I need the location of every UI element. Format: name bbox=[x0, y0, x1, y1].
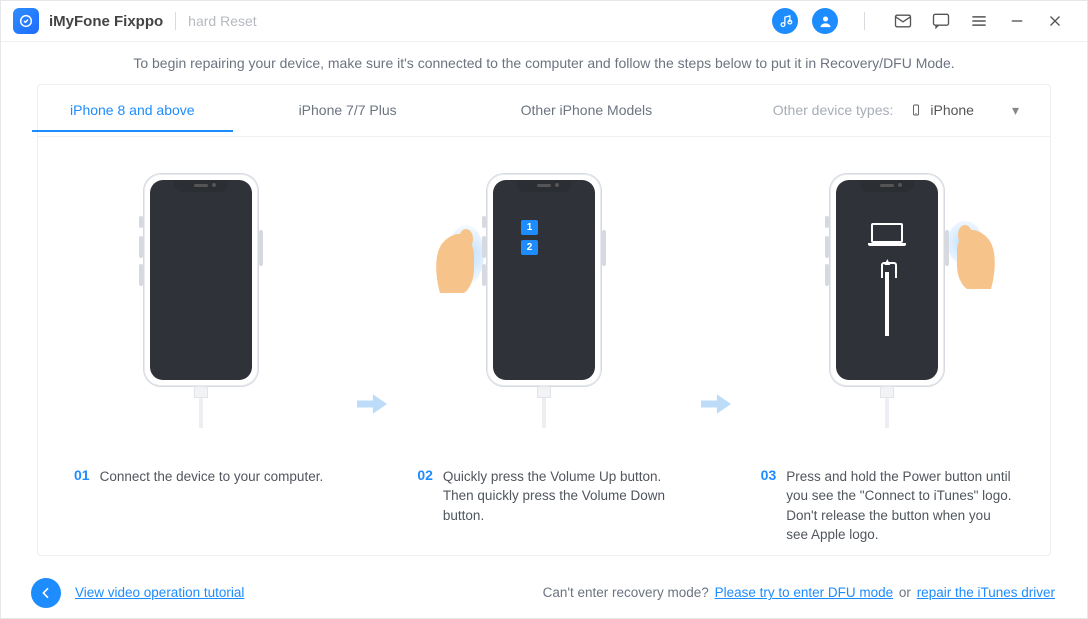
connect-itunes-icon: ▲ bbox=[836, 180, 938, 380]
footer-help-text: Can't enter recovery mode? bbox=[543, 585, 713, 600]
menu-icon[interactable] bbox=[967, 9, 991, 33]
title-separator bbox=[175, 12, 176, 30]
close-button[interactable] bbox=[1043, 9, 1067, 33]
back-button[interactable] bbox=[31, 578, 61, 608]
badge-2: 2 bbox=[521, 240, 538, 255]
step-1-text: Connect the device to your computer. bbox=[100, 467, 324, 487]
footer-or: or bbox=[899, 585, 915, 600]
app-name: iMyFone Fixppo bbox=[49, 13, 163, 30]
device-type-select[interactable]: iPhone ▾ bbox=[903, 99, 1026, 122]
tab-other-iphone[interactable]: Other iPhone Models bbox=[513, 102, 661, 118]
step-2-text: Quickly press the Volume Up button. Then… bbox=[443, 467, 671, 526]
steps-row: 01 Connect the device to your computer. bbox=[38, 137, 1050, 555]
music-icon[interactable] bbox=[772, 8, 798, 34]
badge-1: 1 bbox=[521, 220, 538, 235]
chevron-down-icon: ▾ bbox=[1012, 102, 1019, 119]
tab-label: iPhone 8 and above bbox=[70, 102, 195, 118]
feedback-icon[interactable] bbox=[929, 9, 953, 33]
other-types-label: Other device types: bbox=[773, 102, 894, 118]
tab-iphone-7[interactable]: iPhone 7/7 Plus bbox=[291, 102, 405, 118]
step-2-illustration: 1 2 bbox=[464, 173, 624, 433]
phone-icon bbox=[910, 102, 922, 118]
finger-left-icon bbox=[434, 217, 484, 293]
step-1-illustration bbox=[121, 173, 281, 433]
content-card: iPhone 8 and above iPhone 7/7 Plus Other… bbox=[37, 84, 1051, 556]
minimize-button[interactable] bbox=[1005, 9, 1029, 33]
device-type-value: iPhone bbox=[930, 102, 974, 118]
step-2: 1 2 02 Quickly press the Volume Up butto… bbox=[411, 173, 676, 526]
step-2-number: 02 bbox=[417, 467, 433, 526]
arrow-icon bbox=[357, 389, 387, 419]
repair-driver-link[interactable]: repair the iTunes driver bbox=[917, 585, 1055, 600]
tabbar: iPhone 8 and above iPhone 7/7 Plus Other… bbox=[38, 85, 1050, 137]
video-tutorial-link[interactable]: View video operation tutorial bbox=[75, 585, 244, 600]
instruction-subheader: To begin repairing your device, make sur… bbox=[1, 42, 1087, 83]
step-3: ▲ 03 Press and hold the Power button unt… bbox=[755, 173, 1020, 545]
step-1: 01 Connect the device to your computer. bbox=[68, 173, 333, 487]
step-3-illustration: ▲ bbox=[807, 173, 967, 433]
breadcrumb: hard Reset bbox=[188, 13, 256, 29]
step-3-text: Press and hold the Power button until yo… bbox=[786, 467, 1014, 545]
app-logo bbox=[13, 8, 39, 34]
tab-iphone-8-above[interactable]: iPhone 8 and above bbox=[62, 102, 203, 118]
finger-right-icon bbox=[947, 213, 997, 289]
arrow-icon bbox=[701, 389, 731, 419]
footer: View video operation tutorial Can't ente… bbox=[1, 568, 1087, 618]
titlebar-separator bbox=[864, 12, 865, 30]
account-icon[interactable] bbox=[812, 8, 838, 34]
step-1-number: 01 bbox=[74, 467, 90, 487]
mail-icon[interactable] bbox=[891, 9, 915, 33]
step-3-number: 03 bbox=[761, 467, 777, 545]
titlebar: iMyFone Fixppo hard Reset bbox=[1, 1, 1087, 42]
dfu-mode-link[interactable]: Please try to enter DFU mode bbox=[715, 585, 894, 600]
